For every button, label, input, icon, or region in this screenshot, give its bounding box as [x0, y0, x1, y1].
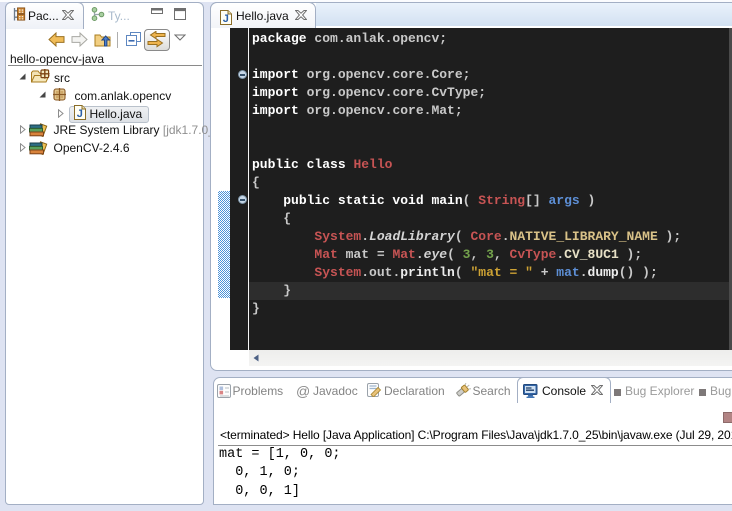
svg-text:J: J — [223, 13, 229, 25]
svg-text:J: J — [77, 108, 83, 120]
